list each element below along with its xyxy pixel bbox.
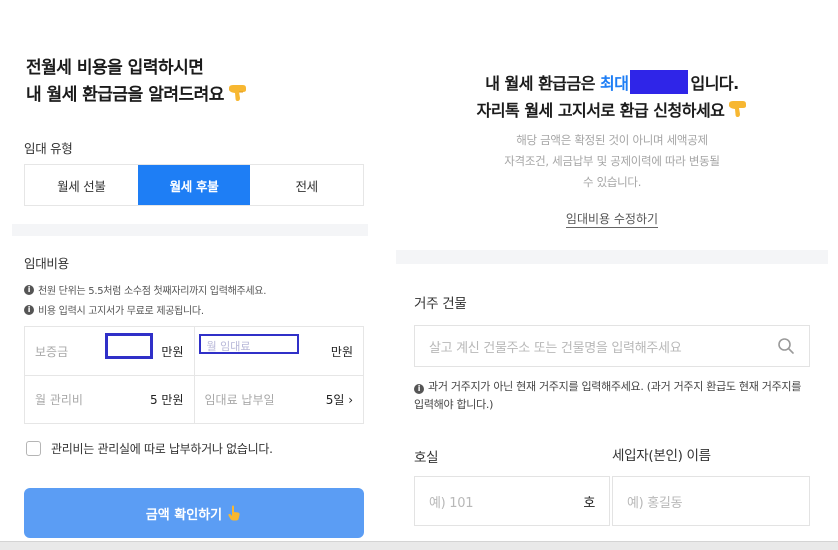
rent-type-selector: 월세 선불 월세 후불 전세 <box>24 164 364 206</box>
rent-type-label: 임대 유형 <box>24 141 73 156</box>
pointing-down-hand-icon <box>729 101 747 117</box>
room-label: 호실 <box>414 450 439 466</box>
redacted-monthly-rent: 월 임대료 <box>198 334 299 354</box>
tenant-name-label: 세입자(본인) 이름 <box>612 448 711 464</box>
refund-result-title: 내 월세 환급금은 최대 입니다. 자리톡 월세 고지서로 환급 신청하세요 <box>396 70 828 124</box>
building-label: 거주 건물 <box>414 296 467 312</box>
page-title: 전월세 비용을 입력하시면 내 월세 환급금을 알려드려요 <box>26 55 247 109</box>
rent-type-postpaid[interactable]: 월세 후불 <box>137 165 251 205</box>
monthly-rent-field[interactable]: 월 임대료 만원 <box>193 327 364 375</box>
check-amount-button[interactable]: 금액 확인하기 <box>24 488 364 538</box>
edit-rent-cost-link[interactable]: 임대비용 수정하기 <box>396 210 828 228</box>
info-icon: i <box>24 284 34 295</box>
tenant-name-input[interactable]: 예) 홍길동 <box>612 476 810 526</box>
management-fee-checkbox-row[interactable]: 관리비는 관리실에 따로 납부하거나 없습니다. <box>26 440 273 457</box>
info-free-bill: i 비용 입력시 고지서가 무료로 제공됩니다. <box>24 302 204 317</box>
refund-result-panel: 내 월세 환급금은 최대 입니다. 자리톡 월세 고지서로 환급 신청하세요 해당… <box>396 44 828 550</box>
pointing-up-hand-icon <box>228 505 240 521</box>
info-icon: i <box>24 304 34 315</box>
rent-input-panel: 전월세 비용을 입력하시면 내 월세 환급금을 알려드려요 임대 유형 월세 선… <box>12 44 368 550</box>
payment-day-field[interactable]: 임대료 납부일 5일 › <box>193 376 364 423</box>
info-decimal: i 천원 단위는 5.5처럼 소수점 첫째자리까지 입력해주세요. <box>24 282 266 297</box>
redacted-refund-amount <box>630 70 689 94</box>
section-divider <box>396 250 828 264</box>
search-icon[interactable] <box>777 337 795 355</box>
section-divider <box>12 224 368 236</box>
management-fee-field[interactable]: 월 관리비 5 만원 <box>25 376 194 423</box>
room-number-input[interactable]: 예) 101 호 <box>414 476 610 526</box>
pointing-down-hand-icon <box>228 85 246 101</box>
rent-type-prepaid[interactable]: 월세 선불 <box>25 165 138 205</box>
info-icon: i <box>414 384 424 394</box>
rent-cost-label: 임대비용 <box>24 256 69 271</box>
refund-disclaimer: 해당 금액은 확정된 것이 아니며 세액공제 자격조건, 세금납부 및 공제이력… <box>504 133 720 189</box>
rent-cost-grid: 보증금 만원 월 임대료 만원 월 관리비 5 만원 임대료 납부일 5일 › <box>24 326 364 424</box>
rent-type-jeonse[interactable]: 전세 <box>250 165 364 205</box>
checkbox[interactable] <box>26 441 41 456</box>
redacted-deposit-value <box>105 333 153 359</box>
bottom-edge <box>0 541 838 550</box>
building-search-input[interactable]: 살고 계신 건물주소 또는 건물명을 입력해주세요 <box>414 325 810 367</box>
deposit-field[interactable]: 보증금 만원 <box>25 327 194 375</box>
building-info: i 과거 거주지가 아닌 현재 거주지를 입력해주세요. (과거 거주지 환급도 … <box>414 380 802 411</box>
